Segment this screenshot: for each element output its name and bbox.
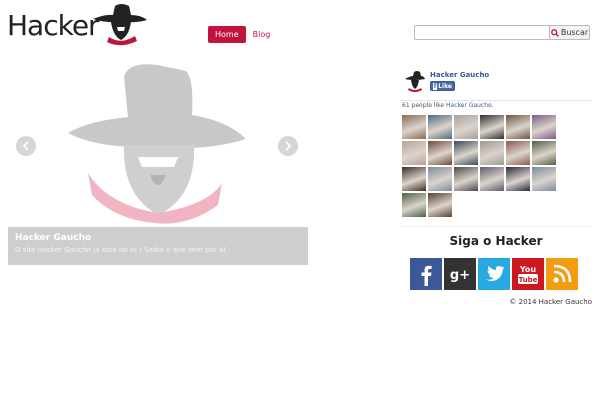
logo-text: Hacker: [7, 9, 100, 42]
nav-home[interactable]: Home: [208, 26, 246, 43]
fb-fan-avatar[interactable]: [454, 115, 478, 139]
fb-page-avatar[interactable]: [404, 70, 426, 96]
fb-header: Hacker Gaucho f Like: [400, 66, 592, 101]
fb-fan-avatar[interactable]: [402, 167, 426, 191]
fb-fan-avatar[interactable]: [532, 141, 556, 165]
svg-text:g+: g+: [450, 268, 470, 283]
follow-heading: Siga o Hacker: [449, 234, 543, 248]
main-nav: Home Blog: [208, 26, 277, 43]
fb-count-text: 61 people like: [402, 102, 445, 109]
facebook-f-icon: f: [433, 82, 438, 90]
fb-fan-avatar[interactable]: [454, 167, 478, 191]
slider-next-button[interactable]: [278, 136, 298, 156]
fb-fan-avatar[interactable]: [402, 115, 426, 139]
caption-text: O site Hacker Gaucho já está no ar ! Sai…: [15, 246, 228, 254]
twitter-icon[interactable]: [478, 258, 510, 290]
fb-fan-avatar[interactable]: [402, 141, 426, 165]
slide-caption: Hacker Gaucho O site Hacker Gaucho já es…: [8, 227, 308, 265]
search-input[interactable]: [414, 25, 556, 40]
chevron-right-icon: [285, 141, 292, 151]
footer-copyright: © 2014 Hacker Gaucho: [509, 298, 592, 306]
fb-fan-avatar[interactable]: [454, 141, 478, 165]
facebook-like-box: Hacker Gaucho f Like 61 people like Hack…: [400, 66, 592, 218]
nav-blog[interactable]: Blog: [246, 26, 278, 43]
image-slider: Hacker Gaucho O site Hacker Gaucho já es…: [8, 55, 308, 265]
gaucho-illustration: [68, 64, 246, 224]
search-button[interactable]: Buscar: [549, 25, 590, 40]
caption-title: Hacker Gaucho: [15, 233, 92, 243]
site-logo[interactable]: Hacker: [7, 3, 147, 47]
fb-fan-avatar[interactable]: [402, 193, 426, 217]
search-button-label: Buscar: [560, 28, 589, 37]
fb-fan-avatar[interactable]: [428, 141, 452, 165]
fb-page-name[interactable]: Hacker Gaucho: [430, 71, 489, 79]
fb-fan-avatar[interactable]: [532, 167, 556, 191]
slider-prev-button[interactable]: [16, 136, 36, 156]
fb-people-count: 61 people like Hacker Gaucho.: [402, 102, 494, 109]
fb-fan-avatar[interactable]: [480, 141, 504, 165]
fb-like-label: Like: [438, 82, 452, 90]
fb-fan-avatar[interactable]: [506, 141, 530, 165]
social-icons: g+ You Tube: [410, 258, 578, 290]
fb-fan-avatar[interactable]: [480, 167, 504, 191]
search-icon: [550, 28, 559, 37]
svg-text:You: You: [519, 265, 537, 274]
facebook-icon[interactable]: [410, 258, 442, 290]
fb-fan-avatar[interactable]: [428, 115, 452, 139]
fb-fan-avatar[interactable]: [428, 193, 452, 217]
svg-text:Tube: Tube: [519, 276, 538, 284]
fb-fan-avatar[interactable]: [506, 115, 530, 139]
sidebar-divider: [400, 226, 592, 227]
fb-fan-avatar[interactable]: [532, 115, 556, 139]
fb-count-link[interactable]: Hacker Gaucho: [446, 102, 492, 109]
fb-fan-avatar[interactable]: [480, 115, 504, 139]
fb-fan-avatar[interactable]: [428, 167, 452, 191]
chevron-left-icon: [22, 141, 29, 151]
fb-count-suffix: .: [491, 102, 494, 109]
gaucho-logo-icon: [93, 4, 147, 46]
fb-like-button[interactable]: f Like: [430, 81, 455, 91]
rss-icon[interactable]: [546, 258, 578, 290]
fb-faces-grid: [402, 115, 556, 217]
google-plus-icon[interactable]: g+: [444, 258, 476, 290]
youtube-icon[interactable]: You Tube: [512, 258, 544, 290]
fb-fan-avatar[interactable]: [506, 167, 530, 191]
